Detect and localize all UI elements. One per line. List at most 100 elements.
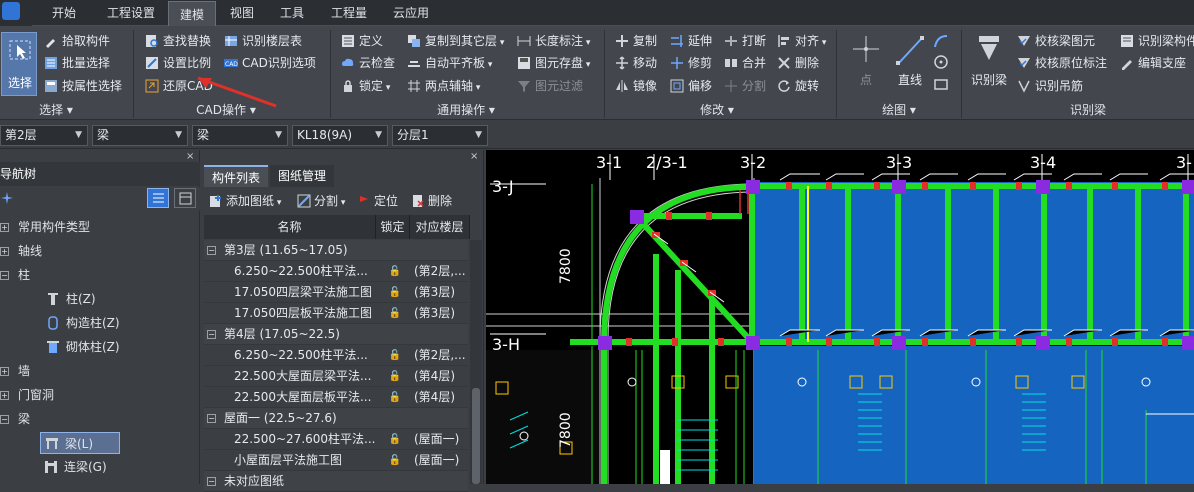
table-row[interactable]: 小屋面层平法施工图 🔓 (屋面一) bbox=[204, 450, 468, 471]
lock-icon[interactable]: 🔓 bbox=[378, 450, 412, 471]
lock-icon[interactable]: 🔓 bbox=[378, 429, 412, 450]
tree-item-beam-l[interactable]: 梁(L) bbox=[40, 432, 120, 454]
header-lock[interactable]: 锁定 bbox=[376, 215, 410, 239]
collapse-icon[interactable]: − bbox=[0, 415, 9, 424]
split-button[interactable]: 分割 bbox=[722, 76, 766, 96]
tab-tools[interactable]: 工具 bbox=[270, 0, 314, 26]
edit-support-button[interactable]: 编辑支座 bbox=[1118, 53, 1186, 73]
grid-view-toggle[interactable] bbox=[174, 188, 196, 208]
list-group-row[interactable]: − 第3层 (11.65~17.05) bbox=[204, 240, 468, 261]
element-filter-button[interactable]: 图元过滤 bbox=[515, 76, 583, 96]
attribute-select-button[interactable]: 按属性选择 bbox=[42, 76, 122, 96]
collapse-icon[interactable]: − bbox=[207, 477, 216, 486]
merge-button[interactable]: 合并 bbox=[722, 53, 766, 73]
offset-button[interactable]: 偏移 bbox=[668, 76, 712, 96]
tab-modeling[interactable]: 建模 bbox=[168, 1, 216, 27]
tab-component-list[interactable]: 构件列表 bbox=[204, 165, 269, 187]
cad-options-button[interactable]: CAD CAD识别选项 bbox=[222, 53, 316, 73]
component-type-select[interactable]: 梁 ▼ bbox=[92, 125, 188, 146]
tab-drawing-manage[interactable]: 图纸管理 bbox=[270, 165, 335, 187]
collapse-icon[interactable]: − bbox=[207, 330, 216, 339]
table-row[interactable]: 6.250~22.500柱平法... 🔓 (第2层,... bbox=[204, 261, 468, 282]
circle-icon[interactable] bbox=[932, 54, 950, 70]
length-dimension-button[interactable]: 长度标注 ▾ bbox=[515, 31, 590, 51]
move-button[interactable]: 移动 bbox=[613, 53, 657, 73]
align-button[interactable]: 对齐 ▾ bbox=[775, 31, 826, 51]
table-row[interactable]: 6.250~22.500柱平法... 🔓 (第2层,... bbox=[204, 345, 468, 366]
list-group-row[interactable]: − 第4层 (17.05~22.5) bbox=[204, 324, 468, 345]
component-name-select[interactable]: KL18(9A) ▼ bbox=[292, 125, 388, 146]
identify-beam-button[interactable]: 识别梁 bbox=[967, 32, 1011, 88]
collapse-icon[interactable]: − bbox=[207, 246, 216, 255]
cloud-check-button[interactable]: 云检查 bbox=[339, 53, 395, 73]
lock-icon[interactable]: 🔓 bbox=[378, 261, 412, 282]
rotate-button[interactable]: 旋转 bbox=[775, 76, 819, 96]
lock-icon[interactable]: 🔓 bbox=[378, 366, 412, 387]
app-menu-icon[interactable] bbox=[0, 0, 32, 26]
expand-icon[interactable]: + bbox=[0, 223, 9, 232]
locate-button[interactable]: 定位 bbox=[356, 192, 398, 210]
split-drawing-button[interactable]: 分割 ▾ bbox=[296, 192, 345, 210]
lock-icon[interactable]: 🔓 bbox=[378, 345, 412, 366]
table-row[interactable]: 17.050四层板平法施工图 🔓 (第3层) bbox=[204, 303, 468, 324]
layer-select[interactable]: 分层1 ▼ bbox=[392, 125, 488, 146]
two-point-axis-button[interactable]: 两点辅轴 ▾ bbox=[405, 76, 480, 96]
copy-button[interactable]: 复制 bbox=[613, 31, 657, 51]
arc-icon[interactable] bbox=[932, 33, 950, 49]
identify-floor-table-button[interactable]: 识别楼层表 bbox=[222, 31, 302, 51]
define-button[interactable]: 定义 bbox=[339, 31, 383, 51]
pick-component-button[interactable]: 拾取构件 bbox=[42, 31, 110, 51]
table-row[interactable]: 22.500大屋面层板平法... 🔓 (第4层) bbox=[204, 387, 468, 408]
expand-icon[interactable]: + bbox=[0, 367, 9, 376]
rectangle-icon[interactable] bbox=[932, 77, 950, 93]
set-scale-button[interactable]: 设置比例 bbox=[143, 53, 211, 73]
floor-select[interactable]: 第2层 ▼ bbox=[0, 125, 88, 146]
trim-button[interactable]: 修剪 bbox=[668, 53, 712, 73]
select-button[interactable]: 选择 bbox=[1, 32, 37, 96]
table-row[interactable]: 17.050四层梁平法施工图 🔓 (第3层) bbox=[204, 282, 468, 303]
copy-to-other-floor-button[interactable]: 复制到其它层 ▾ bbox=[405, 31, 504, 51]
auto-level-slab-button[interactable]: 自动平齐板 ▾ bbox=[405, 53, 492, 73]
element-save-button[interactable]: 图元存盘 ▾ bbox=[515, 53, 590, 73]
expand-icon[interactable]: + bbox=[0, 247, 9, 256]
find-replace-button[interactable]: 查找替换 bbox=[143, 31, 211, 51]
extend-button[interactable]: 延伸 bbox=[668, 31, 712, 51]
tab-cloud[interactable]: 云应用 bbox=[382, 0, 440, 26]
break-button[interactable]: 打断 bbox=[722, 31, 766, 51]
list-scrollbar[interactable] bbox=[470, 240, 482, 484]
identify-hanger-bar-button[interactable]: 识别吊筋 bbox=[1015, 76, 1083, 96]
cad-canvas[interactable]: 3-1 2/3-1 3-2 3-3 3-4 3- 3-J 3-H 7800 78… bbox=[486, 150, 1194, 484]
mirror-button[interactable]: 镜像 bbox=[613, 76, 657, 96]
list-group-row[interactable]: − 屋面一 (22.5~27.6) bbox=[204, 408, 468, 429]
delete-drawing-button[interactable]: 删除 bbox=[410, 192, 452, 210]
lock-icon[interactable]: 🔓 bbox=[378, 282, 412, 303]
lock-icon[interactable]: 🔓 bbox=[378, 387, 412, 408]
point-button[interactable]: 点 bbox=[846, 32, 886, 88]
table-row[interactable]: 22.500~27.600柱平法... 🔓 (屋面一) bbox=[204, 429, 468, 450]
check-original-annotation-button[interactable]: 校核原位标注 bbox=[1015, 53, 1107, 73]
check-beam-element-button[interactable]: 校核梁图元 bbox=[1015, 31, 1095, 51]
sparkle-icon[interactable] bbox=[1, 192, 13, 204]
delete-button[interactable]: 删除 bbox=[775, 53, 819, 73]
tab-quantity[interactable]: 工程量 bbox=[320, 0, 378, 26]
nav-close-icon[interactable]: × bbox=[186, 151, 194, 162]
table-row[interactable]: 22.500大屋面层梁平法... 🔓 (第4层) bbox=[204, 366, 468, 387]
expand-icon[interactable]: + bbox=[0, 391, 9, 400]
scrollbar-thumb[interactable] bbox=[472, 388, 480, 484]
lock-icon[interactable]: 🔓 bbox=[378, 303, 412, 324]
line-button[interactable]: 直线 bbox=[890, 32, 930, 88]
tab-view[interactable]: 视图 bbox=[220, 0, 264, 26]
header-name[interactable]: 名称 bbox=[204, 215, 376, 239]
tab-project-settings[interactable]: 工程设置 bbox=[96, 0, 166, 26]
list-group-row[interactable]: − 未对应图纸 bbox=[204, 471, 468, 492]
batch-select-button[interactable]: 批量选择 bbox=[42, 53, 110, 73]
collapse-icon[interactable]: − bbox=[207, 414, 216, 423]
list-close-icon[interactable]: × bbox=[470, 151, 478, 162]
collapse-icon[interactable]: − bbox=[0, 271, 9, 280]
component-subtype-select[interactable]: 梁 ▼ bbox=[192, 125, 288, 146]
list-view-toggle[interactable] bbox=[147, 188, 169, 208]
header-floor[interactable]: 对应楼层 bbox=[410, 215, 470, 239]
lock-button[interactable]: 锁定 ▾ bbox=[339, 76, 390, 96]
add-drawing-button[interactable]: 添加图纸 ▾ bbox=[208, 192, 281, 210]
identify-beam-component-button[interactable]: 识别梁构件 bbox=[1118, 31, 1194, 51]
